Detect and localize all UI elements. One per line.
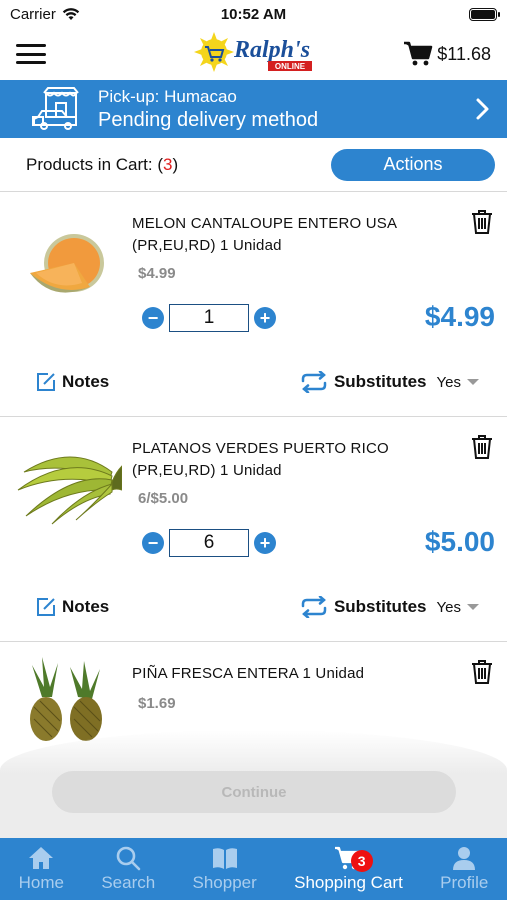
caret-down-icon: [467, 379, 479, 385]
product-name[interactable]: MELON CANTALOUPE ENTERO USA (PR,EU,RD) 1…: [132, 213, 472, 257]
product-name[interactable]: PLATANOS VERDES PUERTO RICO (PR,EU,RD) 1…: [132, 438, 472, 482]
cart-item: MELON CANTALOUPE ENTERO USA (PR,EU,RD) 1…: [0, 193, 507, 417]
substitutes-label: Substitutes: [333, 372, 427, 391]
unit-price: $4.99: [138, 265, 176, 282]
cart-item: PLATANOS VERDES PUERTO RICO (PR,EU,RD) 1…: [0, 418, 507, 642]
continue-button[interactable]: Continue: [52, 771, 456, 813]
line-total: $5.00: [424, 526, 495, 557]
quantity-field[interactable]: 6: [169, 529, 249, 557]
tab-label: Shopper: [192, 873, 257, 892]
cart-badge: 3: [350, 850, 373, 872]
notes-label: Notes: [62, 372, 110, 391]
wifi-icon: [62, 8, 80, 20]
unit-price: $1.69: [138, 695, 176, 712]
quantity-stepper: − 6 +: [142, 529, 276, 557]
ralphs-logo[interactable]: Ralph's ONLINE: [194, 30, 318, 74]
trash-icon[interactable]: [471, 659, 493, 685]
product-name[interactable]: PIÑA FRESCA ENTERA 1 Unidad: [132, 663, 472, 685]
trash-icon[interactable]: [471, 434, 493, 460]
decrease-quantity-button[interactable]: −: [142, 307, 164, 329]
tab-shopping-cart[interactable]: 3 Shopping Cart: [294, 844, 403, 893]
notes-button[interactable]: Notes: [36, 597, 109, 617]
quantity-stepper: − 1 +: [142, 304, 276, 332]
tab-bar: Home Search Shopper 3 Shopping Cart Prof…: [0, 838, 507, 900]
battery-icon: [469, 7, 500, 21]
substitutes-control: Substitutes Yes: [300, 596, 479, 618]
status-bar: Carrier: [0, 0, 507, 28]
cantaloupe-image: [30, 234, 104, 293]
increase-quantity-button[interactable]: +: [254, 307, 276, 329]
tab-label: Search: [101, 873, 156, 892]
tab-search[interactable]: Search: [101, 844, 155, 893]
quantity-field[interactable]: 1: [169, 304, 249, 332]
products-in-cart-label: Products in Cart: (3): [26, 154, 179, 174]
tab-label: Profile: [440, 873, 489, 892]
pickup-delivery-method: Pending delivery method: [98, 108, 319, 131]
pickup-banner[interactable]: Pick-up: Humacao Pending delivery method: [0, 80, 507, 138]
tab-label: Home: [18, 873, 65, 892]
caret-down-icon: [467, 604, 479, 610]
carrier-group: Carrier: [10, 6, 80, 23]
substitutes-label: Substitutes: [333, 597, 427, 616]
chevron-right-icon: [476, 98, 489, 120]
tab-shopper[interactable]: Shopper: [193, 844, 257, 893]
item-options-row: Notes Substitutes Yes: [36, 371, 479, 393]
carrier-label: Carrier: [10, 5, 56, 23]
top-bar: Ralph's ONLINE $11.68: [0, 28, 507, 80]
svg-text:ONLINE: ONLINE: [275, 62, 306, 71]
home-icon: [29, 847, 54, 869]
substitutes-control: Substitutes Yes: [300, 371, 479, 393]
substitutes-select[interactable]: Yes: [437, 374, 479, 391]
svg-text:Ralph's: Ralph's: [233, 37, 310, 63]
swap-icon: [301, 371, 327, 393]
notes-button[interactable]: Notes: [36, 372, 109, 392]
tab-profile[interactable]: Profile: [440, 844, 488, 893]
increase-quantity-button[interactable]: +: [254, 532, 276, 554]
profile-icon: [453, 847, 476, 870]
substitutes-select[interactable]: Yes: [437, 599, 479, 616]
book-icon: [212, 848, 237, 869]
cart-total-amount: $11.68: [437, 43, 491, 64]
cart-header: Products in Cart: (3) Actions: [0, 138, 507, 192]
notes-label: Notes: [62, 597, 110, 616]
pickup-text: Pick-up: Humacao Pending delivery method: [98, 87, 475, 132]
edit-note-icon: [37, 598, 55, 616]
substitutes-value: Yes: [436, 598, 461, 616]
search-icon: [116, 846, 141, 871]
menu-icon[interactable]: [16, 44, 46, 64]
trash-icon[interactable]: [471, 209, 493, 235]
unit-price: 6/$5.00: [138, 490, 189, 507]
edit-note-icon: [37, 373, 55, 391]
substitutes-value: Yes: [436, 373, 461, 391]
decrease-quantity-button[interactable]: −: [142, 532, 164, 554]
line-total: $4.99: [424, 301, 495, 332]
tab-label: Shopping Cart: [294, 873, 403, 892]
store-pickup-icon: [32, 87, 79, 130]
swap-icon: [301, 596, 327, 618]
item-options-row: Notes Substitutes Yes: [36, 596, 479, 618]
tab-home[interactable]: Home: [19, 844, 64, 893]
actions-button[interactable]: Actions: [331, 148, 495, 181]
pickup-location: Pick-up: Humacao: [98, 86, 237, 106]
plantains-image: [17, 456, 122, 525]
cart-icon: [404, 41, 433, 66]
header-cart-total[interactable]: $11.68: [403, 41, 491, 67]
